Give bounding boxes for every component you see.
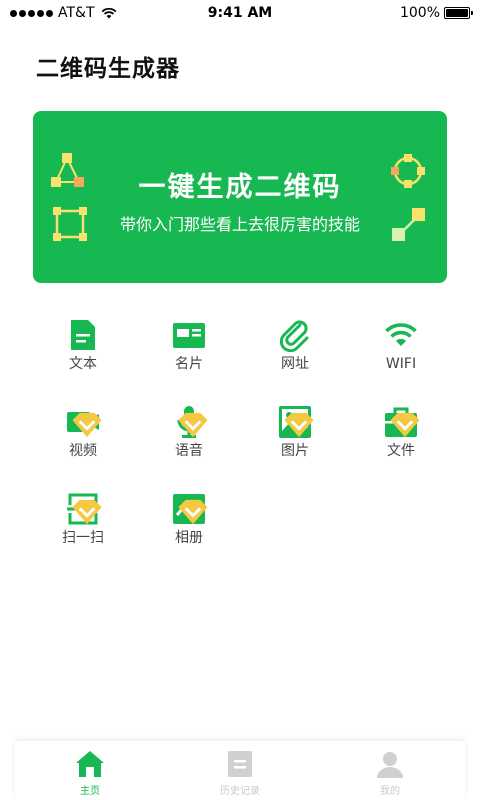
feature-url[interactable]: 网址 [242, 318, 348, 373]
feature-label: WIFI [385, 356, 417, 372]
feature-wifi[interactable]: WIFI [348, 318, 454, 373]
feature-file[interactable]: 文件 [348, 405, 454, 460]
carrier-name: AT&T [58, 5, 95, 21]
feature-label: 文本 [69, 356, 97, 372]
feature-label: 图片 [281, 443, 309, 459]
video-camera-icon [66, 405, 102, 439]
feature-label: 扫一扫 [62, 530, 104, 546]
document-icon [66, 318, 100, 352]
feature-business-card[interactable]: 名片 [136, 318, 242, 373]
signal-strength-icon [10, 9, 53, 17]
banner-title: 一键生成二维码 [138, 172, 342, 203]
banner-subtitle: 带你入门那些看上去很厉害的技能 [119, 215, 360, 234]
feature-text[interactable]: 文本 [30, 318, 136, 373]
premium-badge-icon [178, 499, 208, 525]
tab-bar: 主页 历史记录 我的 [15, 741, 465, 800]
battery-percent: 100% [399, 5, 440, 21]
feature-scan[interactable]: 扫一扫 [30, 492, 136, 547]
business-card-icon [172, 318, 206, 352]
tab-label: 历史记录 [220, 786, 260, 797]
feature-voice[interactable]: 语音 [136, 405, 242, 460]
home-icon [76, 751, 104, 777]
feature-label: 名片 [175, 356, 203, 372]
album-chart-icon [172, 492, 208, 526]
feature-album[interactable]: 相册 [136, 492, 242, 547]
wifi-status-icon [101, 7, 116, 19]
premium-badge-icon [284, 412, 314, 438]
tab-label: 主页 [80, 786, 100, 797]
status-bar: AT&T 9:41 AM 100% [0, 0, 480, 26]
hero-banner[interactable]: 一键生成二维码 带你入门那些看上去很厉害的技能 [33, 111, 447, 283]
premium-badge-icon [390, 412, 420, 438]
wifi-icon [384, 318, 418, 352]
feature-grid: 文本 名片 网址 WIFI 视频 语音 图片 文件 扫一扫 相册 [30, 318, 454, 547]
premium-badge-icon [72, 412, 102, 438]
page-title: 二维码生成器 [36, 56, 180, 82]
feature-label: 相册 [175, 530, 203, 546]
scan-icon [66, 492, 102, 526]
feature-image[interactable]: 图片 [242, 405, 348, 460]
tab-home[interactable]: 主页 [15, 741, 165, 800]
feature-label: 文件 [387, 443, 415, 459]
feature-label: 网址 [281, 356, 309, 372]
premium-badge-icon [178, 412, 208, 438]
premium-badge-icon [72, 499, 102, 525]
profile-icon [377, 752, 403, 778]
tab-history[interactable]: 历史记录 [165, 741, 315, 800]
briefcase-icon [384, 405, 420, 439]
image-icon [278, 405, 314, 439]
feature-video[interactable]: 视频 [30, 405, 136, 460]
battery-icon [444, 7, 473, 19]
microphone-icon [172, 405, 208, 439]
feature-label: 语音 [175, 443, 203, 459]
feature-label: 视频 [69, 443, 97, 459]
paperclip-icon [278, 318, 312, 352]
tab-label: 我的 [380, 786, 400, 797]
tab-profile[interactable]: 我的 [315, 741, 465, 800]
history-icon [228, 751, 252, 777]
